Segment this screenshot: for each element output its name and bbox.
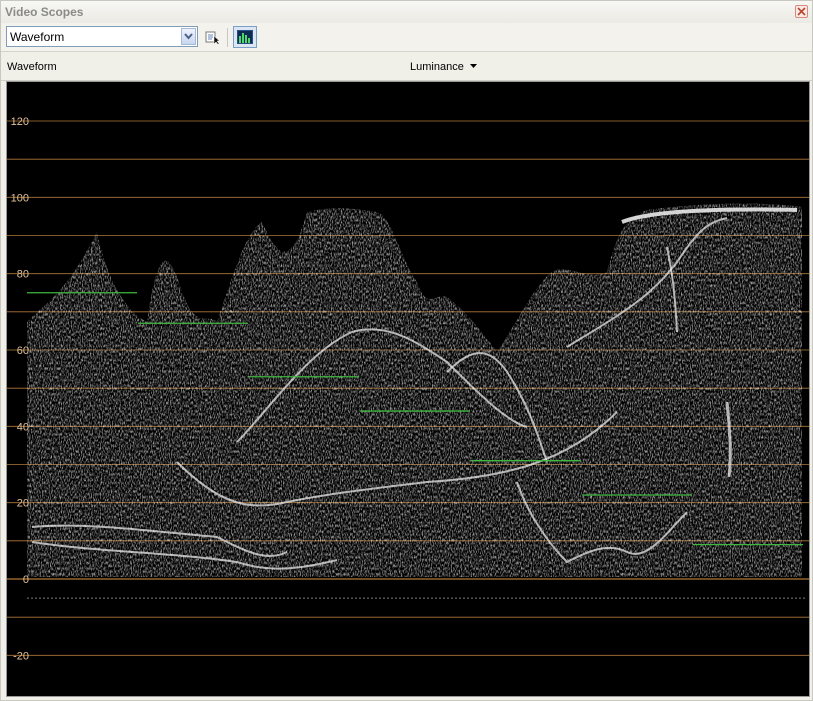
tick-label: 120	[11, 116, 29, 128]
video-scopes-window: Video Scopes Waveform Waveform Luminance…	[0, 0, 813, 701]
tick-label: 20	[17, 498, 29, 510]
dropdown-arrow-button[interactable]	[181, 28, 196, 45]
tick-label: 60	[17, 345, 29, 357]
scope-options-button[interactable]	[204, 29, 221, 45]
waveform-scope-display: 120 100 80 60 40 20 0 -20	[6, 81, 810, 697]
window-title: Video Scopes	[5, 5, 84, 19]
waveform-trace	[27, 203, 802, 577]
title-bar[interactable]: Video Scopes	[1, 1, 812, 24]
tick-label: 100	[11, 192, 29, 204]
scope-type-select[interactable]: Waveform	[6, 26, 198, 47]
scope-type-value: Waveform	[10, 30, 65, 44]
chevron-down-icon	[184, 33, 193, 40]
histogram-icon	[237, 30, 253, 44]
display-mode-toggle-button[interactable]	[233, 26, 257, 48]
tick-label: 0	[23, 574, 29, 586]
scope-tick-labels: 120 100 80 60 40 20 0 -20	[11, 116, 29, 662]
waveform-plot: 120 100 80 60 40 20 0 -20	[7, 116, 809, 662]
luminance-mode-dropdown[interactable]: Luminance	[410, 61, 464, 73]
tick-label: 40	[17, 421, 29, 433]
scope-header: Waveform Luminance	[1, 52, 812, 81]
tick-label: -20	[13, 650, 29, 662]
toolbar-separator	[227, 28, 228, 47]
mode-dropdown-arrow-icon[interactable]	[470, 64, 477, 69]
close-icon	[797, 7, 806, 16]
toolbar: Waveform	[1, 23, 812, 52]
options-cursor-icon	[205, 31, 221, 45]
scope-name-label: Waveform	[7, 61, 57, 73]
tick-label: 80	[17, 269, 29, 281]
close-button[interactable]	[795, 5, 808, 18]
